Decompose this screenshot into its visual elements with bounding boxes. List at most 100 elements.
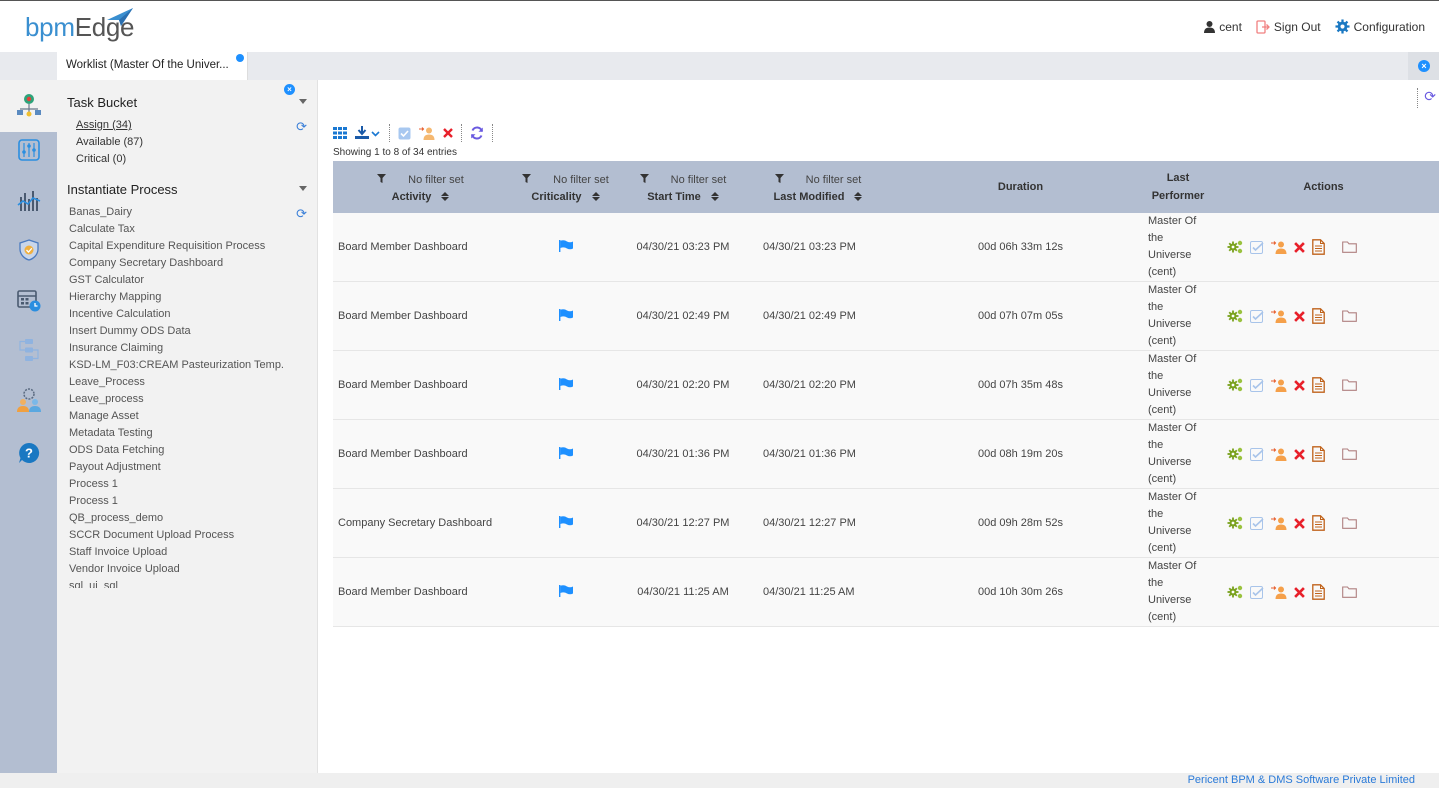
table-row[interactable]: Company Secretary Dashboard 04/30/21 12:… <box>333 488 1439 558</box>
complete-action-button[interactable] <box>1250 309 1264 323</box>
process-item[interactable]: ODS Data Fetching <box>69 442 284 459</box>
table-row[interactable]: Board Member Dashboard 04/30/21 01:36 PM… <box>333 419 1439 489</box>
close-all-tabs-button[interactable]: × <box>1408 52 1439 80</box>
process-item[interactable]: Metadata Testing <box>69 425 284 442</box>
table-row[interactable]: Board Member Dashboard 04/30/21 02:49 PM… <box>333 281 1439 351</box>
bucket-item-critical[interactable]: Critical (0) <box>76 151 143 168</box>
rail-item-help[interactable]: ? <box>0 428 57 478</box>
process-item[interactable]: Insurance Claiming <box>69 340 284 357</box>
side-panel-close-icon[interactable]: × <box>284 84 295 95</box>
complete-action-button[interactable] <box>1250 240 1264 254</box>
delete-action-button[interactable] <box>1294 586 1305 598</box>
rail-item-process-flow[interactable] <box>0 325 57 375</box>
start-time-filter[interactable]: No filter set <box>623 172 743 188</box>
reassign-action-button[interactable] <box>1271 240 1287 254</box>
folder-action-button[interactable] <box>1342 310 1357 322</box>
criticality-filter[interactable]: No filter set <box>508 172 623 188</box>
col-start-time[interactable]: No filter set Start Time <box>623 161 743 213</box>
document-action-button[interactable] <box>1312 446 1325 462</box>
reassign-button[interactable] <box>419 126 435 140</box>
rail-item-calendar[interactable] <box>0 275 57 325</box>
delete-action-button[interactable] <box>1294 517 1305 529</box>
instantiate-process-refresh-icon[interactable]: ⟳ <box>296 206 307 222</box>
process-item[interactable]: Manage Asset <box>69 408 284 425</box>
activity-cell[interactable]: Company Secretary Dashboard <box>333 488 508 558</box>
reassign-action-button[interactable] <box>1271 378 1287 392</box>
document-action-button[interactable] <box>1312 584 1325 600</box>
col-last-modified[interactable]: No filter set Last Modified <box>743 161 893 213</box>
process-item[interactable]: QB_process_demo <box>69 510 284 527</box>
delete-action-button[interactable] <box>1294 448 1305 460</box>
process-action-button[interactable] <box>1227 240 1243 254</box>
rail-item-security[interactable] <box>0 225 57 275</box>
delete-action-button[interactable] <box>1294 241 1305 253</box>
reassign-action-button[interactable] <box>1271 447 1287 461</box>
process-action-button[interactable] <box>1227 309 1243 323</box>
process-item[interactable]: Incentive Calculation <box>69 306 284 323</box>
user-menu[interactable]: cent <box>1204 20 1242 34</box>
bucket-item-assign[interactable]: Assign (34) <box>76 117 143 134</box>
process-item[interactable]: Company Secretary Dashboard <box>69 255 284 272</box>
tab-close-icon[interactable] <box>236 54 244 62</box>
process-item[interactable]: Insert Dummy ODS Data <box>69 323 284 340</box>
rail-item-settings[interactable] <box>0 125 57 175</box>
document-action-button[interactable] <box>1312 239 1325 255</box>
rail-item-user-management[interactable] <box>0 375 57 425</box>
process-item[interactable]: Process 1 <box>69 493 284 510</box>
task-bucket-title[interactable]: Task Bucket <box>67 95 137 110</box>
sort-icon[interactable] <box>854 192 863 201</box>
configuration-link[interactable]: Configuration <box>1335 19 1425 34</box>
task-bucket-collapse-icon[interactable] <box>299 99 307 104</box>
process-item[interactable]: SCCR Document Upload Process <box>69 527 284 544</box>
activity-cell[interactable]: Board Member Dashboard <box>333 281 508 351</box>
activity-cell[interactable]: Board Member Dashboard <box>333 419 508 489</box>
activity-cell[interactable]: Board Member Dashboard <box>333 213 508 282</box>
grid-view-button[interactable] <box>333 127 347 139</box>
process-item[interactable]: Leave_Process <box>69 374 284 391</box>
complete-action-button[interactable] <box>1250 516 1264 530</box>
company-link[interactable]: Pericent BPM & DMS Software Private Limi… <box>1188 774 1415 786</box>
complete-button[interactable] <box>398 127 411 140</box>
process-action-button[interactable] <box>1227 447 1243 461</box>
delete-action-button[interactable] <box>1294 379 1305 391</box>
process-item[interactable]: GST Calculator <box>69 272 284 289</box>
document-action-button[interactable] <box>1312 515 1325 531</box>
rail-item-analytics[interactable] <box>0 175 57 225</box>
activity-cell[interactable]: Board Member Dashboard <box>333 557 508 627</box>
complete-action-button[interactable] <box>1250 585 1264 599</box>
process-item[interactable]: Staff Invoice Upload <box>69 544 284 561</box>
process-item[interactable]: Process 1 <box>69 476 284 493</box>
complete-action-button[interactable] <box>1250 378 1264 392</box>
activity-filter[interactable]: No filter set <box>333 172 508 188</box>
col-activity[interactable]: No filter set Activity <box>333 161 508 213</box>
process-item[interactable]: Payout Adjustment <box>69 459 284 476</box>
table-row[interactable]: Board Member Dashboard 04/30/21 02:20 PM… <box>333 350 1439 420</box>
document-action-button[interactable] <box>1312 377 1325 393</box>
table-row[interactable]: Board Member Dashboard 04/30/21 03:23 PM… <box>333 213 1439 282</box>
document-action-button[interactable] <box>1312 308 1325 324</box>
app-logo[interactable]: bpmEdge <box>25 8 135 43</box>
folder-action-button[interactable] <box>1342 379 1357 391</box>
table-row[interactable]: Board Member Dashboard 04/30/21 11:25 AM… <box>333 557 1439 627</box>
col-criticality[interactable]: No filter set Criticality <box>508 161 623 213</box>
folder-action-button[interactable] <box>1342 586 1357 598</box>
task-bucket-refresh-icon[interactable]: ⟳ <box>296 119 307 135</box>
refresh-button[interactable] <box>470 126 484 140</box>
sign-out-link[interactable]: Sign Out <box>1256 20 1321 34</box>
instantiate-process-collapse-icon[interactable] <box>299 186 307 191</box>
process-action-button[interactable] <box>1227 585 1243 599</box>
tab-worklist[interactable]: Worklist (Master Of the Univer... <box>57 52 248 80</box>
delete-button[interactable] <box>443 128 453 138</box>
sort-icon[interactable] <box>591 192 600 201</box>
process-action-button[interactable] <box>1227 516 1243 530</box>
last-modified-filter[interactable]: No filter set <box>743 172 893 188</box>
reassign-action-button[interactable] <box>1271 309 1287 323</box>
reassign-action-button[interactable] <box>1271 585 1287 599</box>
sort-icon[interactable] <box>441 192 450 201</box>
process-item[interactable]: Leave_process <box>69 391 284 408</box>
complete-action-button[interactable] <box>1250 447 1264 461</box>
instantiate-process-title[interactable]: Instantiate Process <box>67 182 178 197</box>
activity-cell[interactable]: Board Member Dashboard <box>333 350 508 420</box>
process-item[interactable]: Banas_Dairy <box>69 204 284 221</box>
process-action-button[interactable] <box>1227 378 1243 392</box>
